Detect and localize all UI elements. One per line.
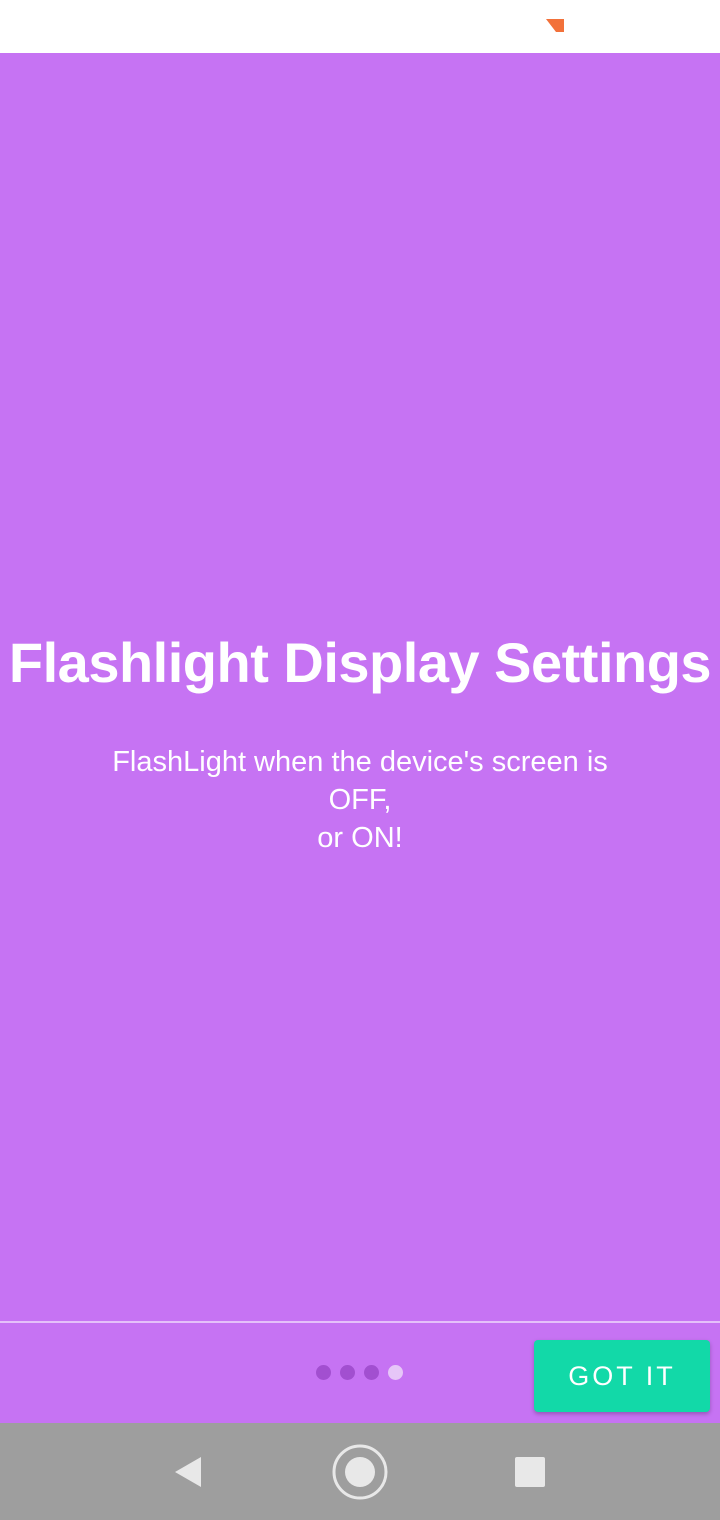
intro-bottom-bar: GOT IT [0, 1323, 720, 1423]
page-dot-2 [340, 1365, 355, 1380]
notification-flag-icon [546, 19, 564, 32]
intro-screen: Flashlight Display Settings FlashLight w… [0, 0, 720, 1520]
back-triangle-icon [175, 1456, 201, 1487]
slide-description-line-3: or ON! [317, 822, 403, 854]
slide-description-line-2: OFF, [328, 784, 392, 816]
slide-description: FlashLight when the device's screen is O… [60, 743, 660, 857]
page-dot-1 [316, 1365, 331, 1380]
nav-home-button[interactable] [300, 1423, 420, 1520]
slide-description-line-1: FlashLight when the device's screen is [112, 746, 608, 778]
page-indicator [316, 1365, 403, 1381]
recents-square-icon [515, 1456, 545, 1487]
slide-title: Flashlight Display Settings [8, 631, 712, 694]
nav-recents-button[interactable] [470, 1423, 590, 1520]
system-navigation-bar [0, 1423, 720, 1520]
intro-slide[interactable]: Flashlight Display Settings FlashLight w… [0, 53, 720, 1321]
page-dot-3 [364, 1365, 379, 1380]
got-it-button[interactable]: GOT IT [534, 1340, 710, 1412]
status-bar [0, 0, 720, 53]
home-circle-icon [332, 1444, 388, 1499]
page-dot-4-active [388, 1365, 403, 1380]
nav-back-button[interactable] [128, 1423, 248, 1520]
